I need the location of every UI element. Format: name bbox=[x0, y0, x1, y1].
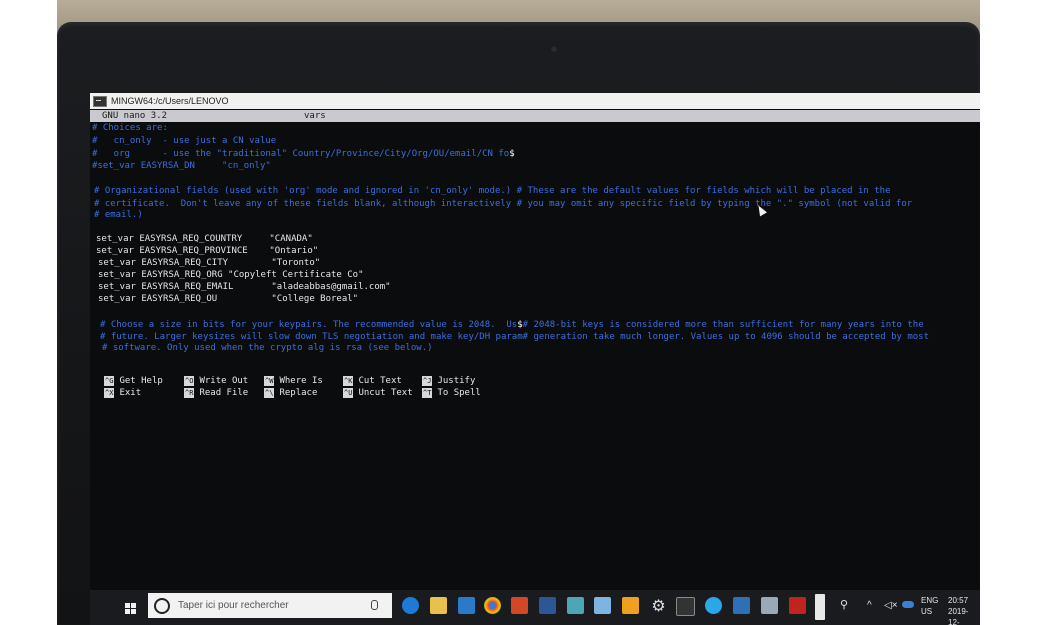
taskbar-search-box[interactable]: Taper ici pour rechercher bbox=[148, 593, 392, 618]
shortcut-key: ^K bbox=[343, 375, 354, 386]
shortcut-key: ^G bbox=[104, 375, 115, 386]
nano-header: GNU nano 3.2 vars bbox=[90, 110, 980, 122]
shortcut-label: Uncut Text bbox=[358, 387, 413, 398]
search-icon bbox=[154, 597, 170, 614]
shortcut-label: Write Out bbox=[199, 375, 249, 386]
powerpoint-icon[interactable] bbox=[511, 597, 528, 614]
acrobat-icon[interactable] bbox=[789, 597, 806, 614]
shortcut-key: ^T bbox=[422, 387, 433, 398]
nano-filename: vars bbox=[304, 111, 326, 121]
shortcut-write-out[interactable]: ^O Write Out bbox=[184, 375, 248, 386]
app-icon[interactable] bbox=[761, 597, 778, 614]
editor-line[interactable]: # software. Only used when the crypto al… bbox=[102, 343, 433, 354]
microphone-icon[interactable] bbox=[371, 600, 378, 610]
editor-line[interactable]: #set_var EASYRSA_DN "cn_only" bbox=[92, 161, 271, 172]
nano-version: GNU nano 3.2 bbox=[102, 111, 168, 121]
shortcut-get-help[interactable]: ^G Get Help bbox=[104, 375, 163, 386]
terminal-app-icon bbox=[93, 95, 107, 107]
window-titlebar[interactable]: MINGW64:/c/Users/LENOVO bbox=[90, 93, 980, 109]
shortcut-label: Replace bbox=[279, 387, 318, 398]
language-code: ENG bbox=[921, 596, 939, 605]
word-icon[interactable] bbox=[539, 597, 556, 614]
file-explorer-icon[interactable] bbox=[430, 597, 447, 614]
edge-icon[interactable] bbox=[402, 597, 419, 614]
windows-start-icon[interactable] bbox=[120, 594, 148, 622]
editor-line[interactable]: set_var EASYRSA_REQ_CITY "Toronto" bbox=[98, 258, 320, 269]
shortcut-exit[interactable]: ^X Exit bbox=[104, 387, 141, 398]
app-icon[interactable] bbox=[567, 597, 584, 614]
shortcut-key: ^J bbox=[422, 375, 433, 386]
editor-line[interactable]: set_var EASYRSA_REQ_COUNTRY "CANADA" bbox=[96, 234, 313, 245]
shortcut-where-is[interactable]: ^W Where Is bbox=[264, 375, 323, 386]
shortcut-label: Where Is bbox=[279, 375, 323, 386]
shortcut-cut-text[interactable]: ^K Cut Text bbox=[343, 375, 402, 386]
editor-line[interactable]: # email.) bbox=[94, 210, 143, 221]
screen: MINGW64:/c/Users/LENOVO GNU nano 3.2 var… bbox=[90, 93, 980, 625]
editor-line[interactable]: # cn_only - use just a CN value bbox=[92, 136, 276, 147]
app-icon[interactable] bbox=[705, 597, 722, 614]
editor-line-text: # Choose a size in bits for your keypair… bbox=[100, 320, 518, 330]
shortcut-to-spell[interactable]: ^T To Spell bbox=[422, 387, 481, 398]
editor-line[interactable]: # Choose a size in bits for your keypair… bbox=[100, 320, 924, 331]
shortcut-key: ^R bbox=[184, 387, 195, 398]
editor-line[interactable]: # certificate. Don't leave any of these … bbox=[94, 199, 912, 210]
language-indicator[interactable]: ENG US bbox=[921, 595, 938, 617]
taskbar-scroll-icon[interactable] bbox=[815, 594, 825, 620]
volume-icon[interactable]: ◁× bbox=[884, 600, 898, 611]
editor-line[interactable]: # org - use the "traditional" Country/Pr… bbox=[92, 149, 515, 160]
onedrive-icon[interactable] bbox=[902, 601, 914, 608]
window-title: MINGW64:/c/Users/LENOVO bbox=[111, 96, 229, 106]
app-icon[interactable] bbox=[594, 597, 611, 614]
app-icon[interactable] bbox=[622, 597, 639, 614]
editor-line[interactable]: # Choices are: bbox=[92, 123, 168, 134]
editor-line[interactable]: set_var EASYRSA_REQ_EMAIL "aladeabbas@gm… bbox=[98, 282, 391, 293]
shortcut-key: ^X bbox=[104, 387, 115, 398]
region-code: US bbox=[921, 607, 933, 616]
shortcut-key: ^\ bbox=[264, 387, 275, 398]
editor-line[interactable]: # future. Larger keysizes will slow down… bbox=[100, 332, 929, 343]
shortcut-read-file[interactable]: ^R Read File bbox=[184, 387, 248, 398]
editor-line[interactable]: set_var EASYRSA_REQ_PROVINCE "Ontario" bbox=[96, 246, 318, 257]
webcam bbox=[550, 45, 558, 53]
editor-line[interactable]: set_var EASYRSA_REQ_OU "College Boreal" bbox=[98, 294, 358, 305]
shortcut-label: Read File bbox=[199, 387, 249, 398]
chevron-up-icon[interactable]: ^ bbox=[867, 600, 872, 611]
clock-time: 20:57 bbox=[948, 596, 969, 605]
editor-line-tail: # 2048-bit keys is considered more than … bbox=[522, 320, 924, 330]
editor-line[interactable]: set_var EASYRSA_REQ_ORG "Copyleft Certif… bbox=[98, 270, 364, 281]
terminal-icon[interactable] bbox=[676, 597, 695, 616]
shortcut-label: Justify bbox=[437, 375, 476, 386]
shortcut-replace[interactable]: ^\ Replace bbox=[264, 387, 317, 398]
clock-date: 2019-12- bbox=[948, 607, 969, 625]
search-placeholder: Taper ici pour rechercher bbox=[178, 600, 289, 611]
shortcut-key: ^O bbox=[184, 375, 195, 386]
shortcut-key: ^W bbox=[264, 375, 275, 386]
chrome-icon[interactable] bbox=[484, 597, 501, 614]
people-icon[interactable]: ⚲ bbox=[840, 600, 848, 611]
shortcut-label: Cut Text bbox=[358, 375, 402, 386]
taskbar: Taper ici pour rechercher ⚙ ⚲ ^ ◁× ENG U… bbox=[90, 590, 980, 625]
line-overflow-marker: $ bbox=[509, 149, 515, 159]
store-icon[interactable] bbox=[458, 597, 475, 614]
shortcut-label: Get Help bbox=[119, 375, 163, 386]
shortcut-label: To Spell bbox=[437, 387, 481, 398]
shortcut-uncut-text[interactable]: ^U Uncut Text bbox=[343, 387, 413, 398]
settings-icon[interactable]: ⚙ bbox=[650, 597, 667, 614]
app-icon[interactable] bbox=[733, 597, 750, 614]
shortcut-justify[interactable]: ^J Justify bbox=[422, 375, 475, 386]
clock[interactable]: 20:57 2019-12- bbox=[948, 595, 980, 625]
shortcut-label: Exit bbox=[119, 387, 142, 398]
editor-line-text: # org - use the "traditional" Country/Pr… bbox=[92, 149, 510, 159]
editor-line[interactable]: # Organizational fields (used with 'org'… bbox=[94, 186, 891, 197]
shortcut-key: ^U bbox=[343, 387, 354, 398]
